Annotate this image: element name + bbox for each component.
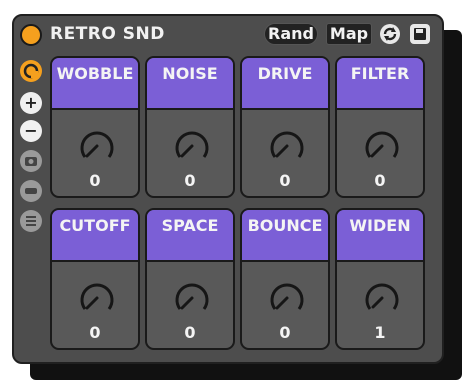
param-knob[interactable] bbox=[77, 126, 117, 166]
param-cell-noise: NOISE 0 bbox=[145, 56, 235, 198]
param-knob[interactable] bbox=[267, 278, 307, 318]
minus-icon[interactable]: − bbox=[20, 120, 42, 142]
param-knob[interactable] bbox=[362, 278, 402, 318]
param-label: WIDEN bbox=[349, 216, 411, 235]
param-label: CUTOFF bbox=[59, 216, 131, 235]
bar-icon[interactable] bbox=[20, 180, 42, 202]
param-label: NOISE bbox=[162, 64, 218, 83]
param-cell-filter: FILTER 0 bbox=[335, 56, 425, 198]
param-cell-drive: DRIVE 0 bbox=[240, 56, 330, 198]
param-cell-cutoff: CUTOFF 0 bbox=[50, 208, 140, 350]
device-panel: RETRO SND Rand Map + − WOBBLE 0 NOISE 0 … bbox=[12, 14, 444, 364]
plus-icon[interactable]: + bbox=[20, 92, 42, 114]
param-header: WIDEN bbox=[337, 210, 423, 262]
param-header: SPACE bbox=[147, 210, 233, 262]
param-value: 0 bbox=[279, 171, 291, 190]
sync-icon[interactable] bbox=[380, 24, 400, 44]
param-header: WOBBLE bbox=[52, 58, 138, 110]
param-label: DRIVE bbox=[257, 64, 313, 83]
power-icon[interactable] bbox=[20, 24, 42, 46]
param-value: 0 bbox=[374, 171, 386, 190]
param-value: 0 bbox=[89, 171, 101, 190]
param-header: BOUNCE bbox=[242, 210, 328, 262]
param-cell-widen: WIDEN 1 bbox=[335, 208, 425, 350]
param-cell-space: SPACE 0 bbox=[145, 208, 235, 350]
param-knob[interactable] bbox=[267, 126, 307, 166]
param-value: 1 bbox=[374, 323, 386, 342]
param-header: FILTER bbox=[337, 58, 423, 110]
param-knob[interactable] bbox=[362, 126, 402, 166]
param-header: NOISE bbox=[147, 58, 233, 110]
param-header: DRIVE bbox=[242, 58, 328, 110]
param-header: CUTOFF bbox=[52, 210, 138, 262]
device-title: RETRO SND bbox=[50, 24, 165, 44]
camera-icon[interactable] bbox=[20, 150, 42, 172]
param-value: 0 bbox=[89, 323, 101, 342]
param-label: BOUNCE bbox=[247, 216, 323, 235]
list-icon[interactable] bbox=[20, 210, 42, 232]
header: RETRO SND Rand Map bbox=[14, 16, 442, 54]
param-knob[interactable] bbox=[172, 126, 212, 166]
param-cell-wobble: WOBBLE 0 bbox=[50, 56, 140, 198]
param-value: 0 bbox=[279, 323, 291, 342]
param-label: SPACE bbox=[161, 216, 219, 235]
param-knob[interactable] bbox=[172, 278, 212, 318]
orange-circle-icon[interactable] bbox=[20, 60, 42, 82]
param-knob[interactable] bbox=[77, 278, 117, 318]
param-value: 0 bbox=[184, 323, 196, 342]
rand-button[interactable]: Rand bbox=[264, 23, 318, 45]
save-icon[interactable] bbox=[410, 24, 430, 44]
map-button[interactable]: Map bbox=[326, 23, 372, 45]
param-cell-bounce: BOUNCE 0 bbox=[240, 208, 330, 350]
param-value: 0 bbox=[184, 171, 196, 190]
param-label: FILTER bbox=[350, 64, 410, 83]
param-label: WOBBLE bbox=[56, 64, 134, 83]
